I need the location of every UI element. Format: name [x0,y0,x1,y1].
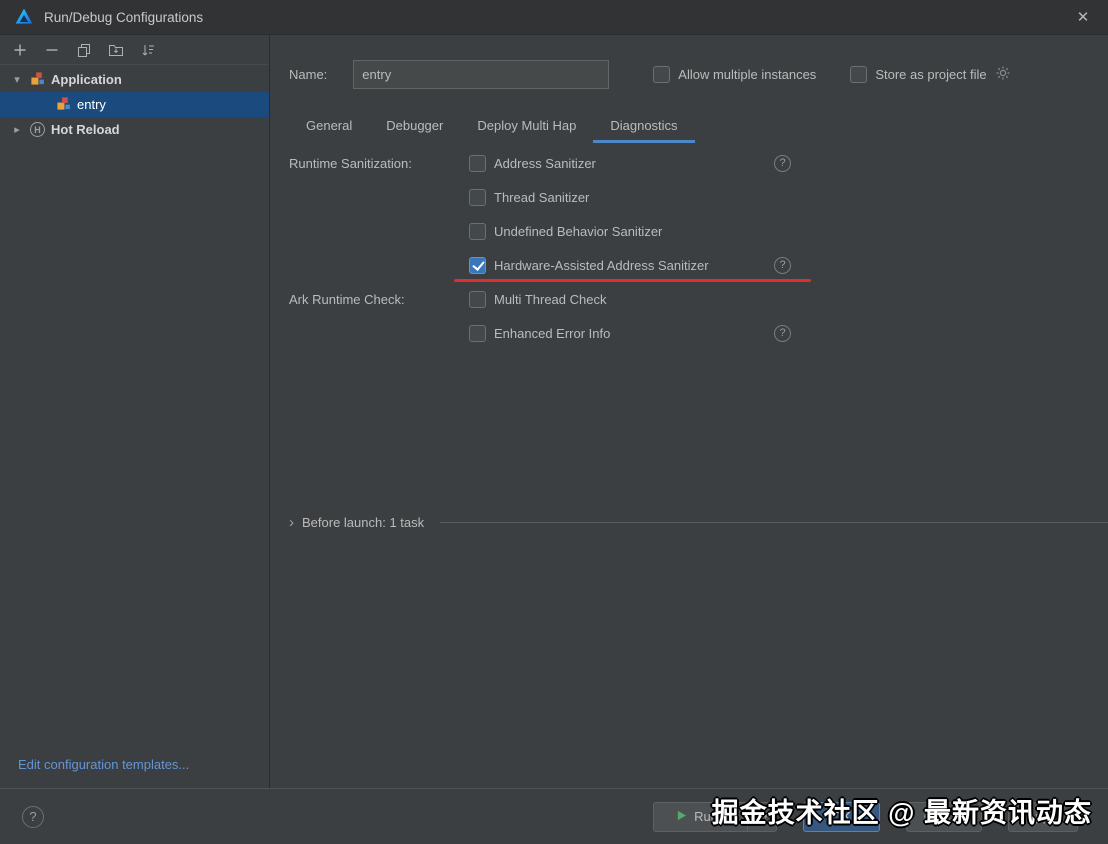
run-play-icon [676,809,687,824]
store-as-project-file-option: Store as project file [850,65,987,83]
enhanced-error-info-label: Enhanced Error Info [494,325,611,341]
configurations-sidebar: ▾ Application entry ▸ H Hot Reload Edit … [0,35,270,788]
multi-thread-check-option: Multi Thread Check [469,290,774,308]
allow-multiple-instances-checkbox[interactable] [653,65,671,83]
configuration-tabs: General Debugger Deploy Multi Hap Diagno… [289,110,1088,143]
thread-sanitizer-option: Thread Sanitizer [469,188,774,206]
store-as-project-file-checkbox[interactable] [850,65,868,83]
chevron-right-icon[interactable]: ▸ [10,123,24,136]
remove-icon[interactable] [44,42,60,58]
thread-sanitizer-checkbox[interactable] [469,188,486,206]
undefined-behavior-sanitizer-checkbox[interactable] [469,222,486,240]
sidebar-toolbar [0,35,269,65]
move-into-folder-icon[interactable] [108,42,124,58]
form-row: Undefined Behavior Sanitizer [289,214,1088,248]
tree-item-entry[interactable]: entry [0,92,269,117]
undefined-behavior-sanitizer-option: Undefined Behavior Sanitizer [469,222,774,240]
name-label: Name: [289,66,328,82]
hardware-assisted-address-sanitizer-checkbox[interactable] [469,256,486,274]
before-launch-section[interactable]: › Before launch: 1 task [289,512,1108,532]
help-icon[interactable]: ? [774,324,791,342]
hardware-assisted-address-sanitizer-option: Hardware-Assisted Address Sanitizer [469,256,774,274]
form-row: Thread Sanitizer [289,180,1088,214]
name-row: Name: Allow multiple instances Store as … [289,59,1088,89]
module-icon [56,96,71,114]
ark-runtime-check-label: Ark Runtime Check: [289,291,405,307]
module-icon [30,71,45,89]
help-icon[interactable]: ? [774,154,791,172]
configuration-detail-panel: Name: Allow multiple instances Store as … [270,35,1108,788]
deveco-logo-icon [14,7,34,27]
thread-sanitizer-label: Thread Sanitizer [494,189,590,205]
red-annotation-underline [454,279,811,282]
name-input[interactable] [353,59,610,89]
dialog-body: ▾ Application entry ▸ H Hot Reload Edit … [0,35,1108,788]
sort-icon[interactable] [140,42,156,58]
watermark-text: 掘金技术社区 @ 最新资讯动态 [711,798,1092,828]
form-row: Ark Runtime Check: Multi Thread Check [289,282,1088,316]
tree-item-application[interactable]: ▾ Application [0,67,269,92]
tree-item-label: Application [51,72,122,87]
undefined-behavior-sanitizer-label: Undefined Behavior Sanitizer [494,223,663,239]
form-row: Enhanced Error Info ? [289,316,1088,350]
hardware-assisted-address-sanitizer-label: Hardware-Assisted Address Sanitizer [494,257,709,273]
chevron-down-icon[interactable]: ▾ [10,73,24,86]
tab-debugger[interactable]: Debugger [369,110,460,143]
multi-thread-check-label: Multi Thread Check [494,291,607,307]
tab-deploy-multi-hap[interactable]: Deploy Multi Hap [460,110,593,143]
copy-icon[interactable] [76,42,92,58]
hot-reload-icon: H [30,122,45,137]
tree-item-label: entry [77,97,106,112]
address-sanitizer-label: Address Sanitizer [494,155,596,171]
add-icon[interactable] [12,42,28,58]
expand-arrow-icon[interactable]: › [289,514,294,531]
section-divider [440,521,1108,523]
tab-general[interactable]: General [289,110,369,143]
gear-icon[interactable] [995,65,1011,84]
form-row: Runtime Sanitization: Address Sanitizer … [289,146,1088,180]
enhanced-error-info-option: Enhanced Error Info [469,324,774,342]
allow-multiple-instances-label: Allow multiple instances [678,66,817,82]
tab-diagnostics[interactable]: Diagnostics [593,110,695,143]
edit-configuration-templates-link[interactable]: Edit configuration templates... [18,757,189,772]
runtime-sanitization-label: Runtime Sanitization: [289,155,412,171]
configurations-tree: ▾ Application entry ▸ H Hot Reload [0,65,269,142]
close-icon[interactable]: ✕ [1072,8,1094,26]
address-sanitizer-checkbox[interactable] [469,154,486,172]
allow-multiple-instances-option: Allow multiple instances [653,65,817,83]
multi-thread-check-checkbox[interactable] [469,290,486,308]
tree-item-label: Hot Reload [51,122,120,137]
tree-item-hot-reload[interactable]: ▸ H Hot Reload [0,117,269,142]
address-sanitizer-option: Address Sanitizer [469,154,774,172]
before-launch-label: Before launch: 1 task [302,514,425,530]
help-icon[interactable]: ? [774,256,791,274]
titlebar: Run/Debug Configurations ✕ [0,0,1108,35]
dialog-title: Run/Debug Configurations [44,9,204,25]
help-icon[interactable]: ? [22,805,44,828]
run-debug-configurations-dialog: Run/Debug Configurations ✕ ▾ Application… [0,0,1108,844]
form-row: Hardware-Assisted Address Sanitizer ? [289,248,1088,282]
store-as-project-file-label: Store as project file [875,66,987,82]
enhanced-error-info-checkbox[interactable] [469,324,486,342]
diagnostics-form: Runtime Sanitization: Address Sanitizer … [289,146,1088,350]
